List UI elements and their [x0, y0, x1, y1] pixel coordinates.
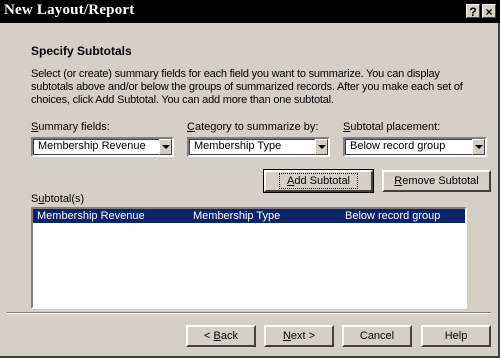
list-item[interactable]: Membership Revenue Membership Type Below… [33, 209, 465, 223]
category-value: Membership Type [194, 140, 282, 152]
help-icon[interactable]: ? [466, 4, 480, 19]
title-bar[interactable]: New Layout/Report ? × [0, 0, 500, 23]
add-subtotal-button[interactable]: Add Subtotal [263, 169, 374, 193]
next-button[interactable]: Next > [264, 325, 334, 347]
summary-fields-value: Membership Revenue [38, 140, 146, 152]
back-button[interactable]: < Back [186, 325, 256, 347]
cancel-button[interactable]: Cancel [342, 325, 412, 347]
remove-subtotal-button[interactable]: Remove Subtotal [382, 170, 491, 192]
footer-divider-highlight [7, 313, 491, 314]
chevron-down-icon[interactable] [472, 139, 485, 155]
chevron-down-icon[interactable] [315, 139, 328, 155]
subtotal-placement-label: Subtotal placement: [343, 121, 441, 133]
close-icon[interactable]: × [482, 4, 496, 19]
dialog-title: New Layout/Report [4, 2, 135, 18]
subtotal-placement-dropdown[interactable]: Below record group [343, 137, 487, 157]
category-dropdown[interactable]: Membership Type [187, 137, 330, 157]
list-cell-category: Membership Type [193, 210, 281, 222]
instructions-text: Select (or create) summary fields for ea… [31, 68, 463, 106]
list-cell-placement: Below record group [345, 210, 441, 222]
subtotals-label: Subtotal(s) [31, 193, 85, 205]
summary-fields-dropdown[interactable]: Membership Revenue [31, 137, 174, 157]
subtotal-placement-value: Below record group [350, 140, 446, 152]
new-layout-report-dialog: New Layout/Report ? × Specify Subtotals … [0, 0, 500, 358]
list-cell-field: Membership Revenue [37, 210, 145, 222]
subtotals-list[interactable]: Membership Revenue Membership Type Below… [31, 207, 467, 309]
category-label: Category to summarize by: [187, 121, 319, 133]
summary-fields-label: Summary fields: [31, 121, 110, 133]
help-button[interactable]: Help [421, 325, 491, 347]
page-heading: Specify Subtotals [31, 44, 132, 58]
chevron-down-icon[interactable] [159, 139, 172, 155]
